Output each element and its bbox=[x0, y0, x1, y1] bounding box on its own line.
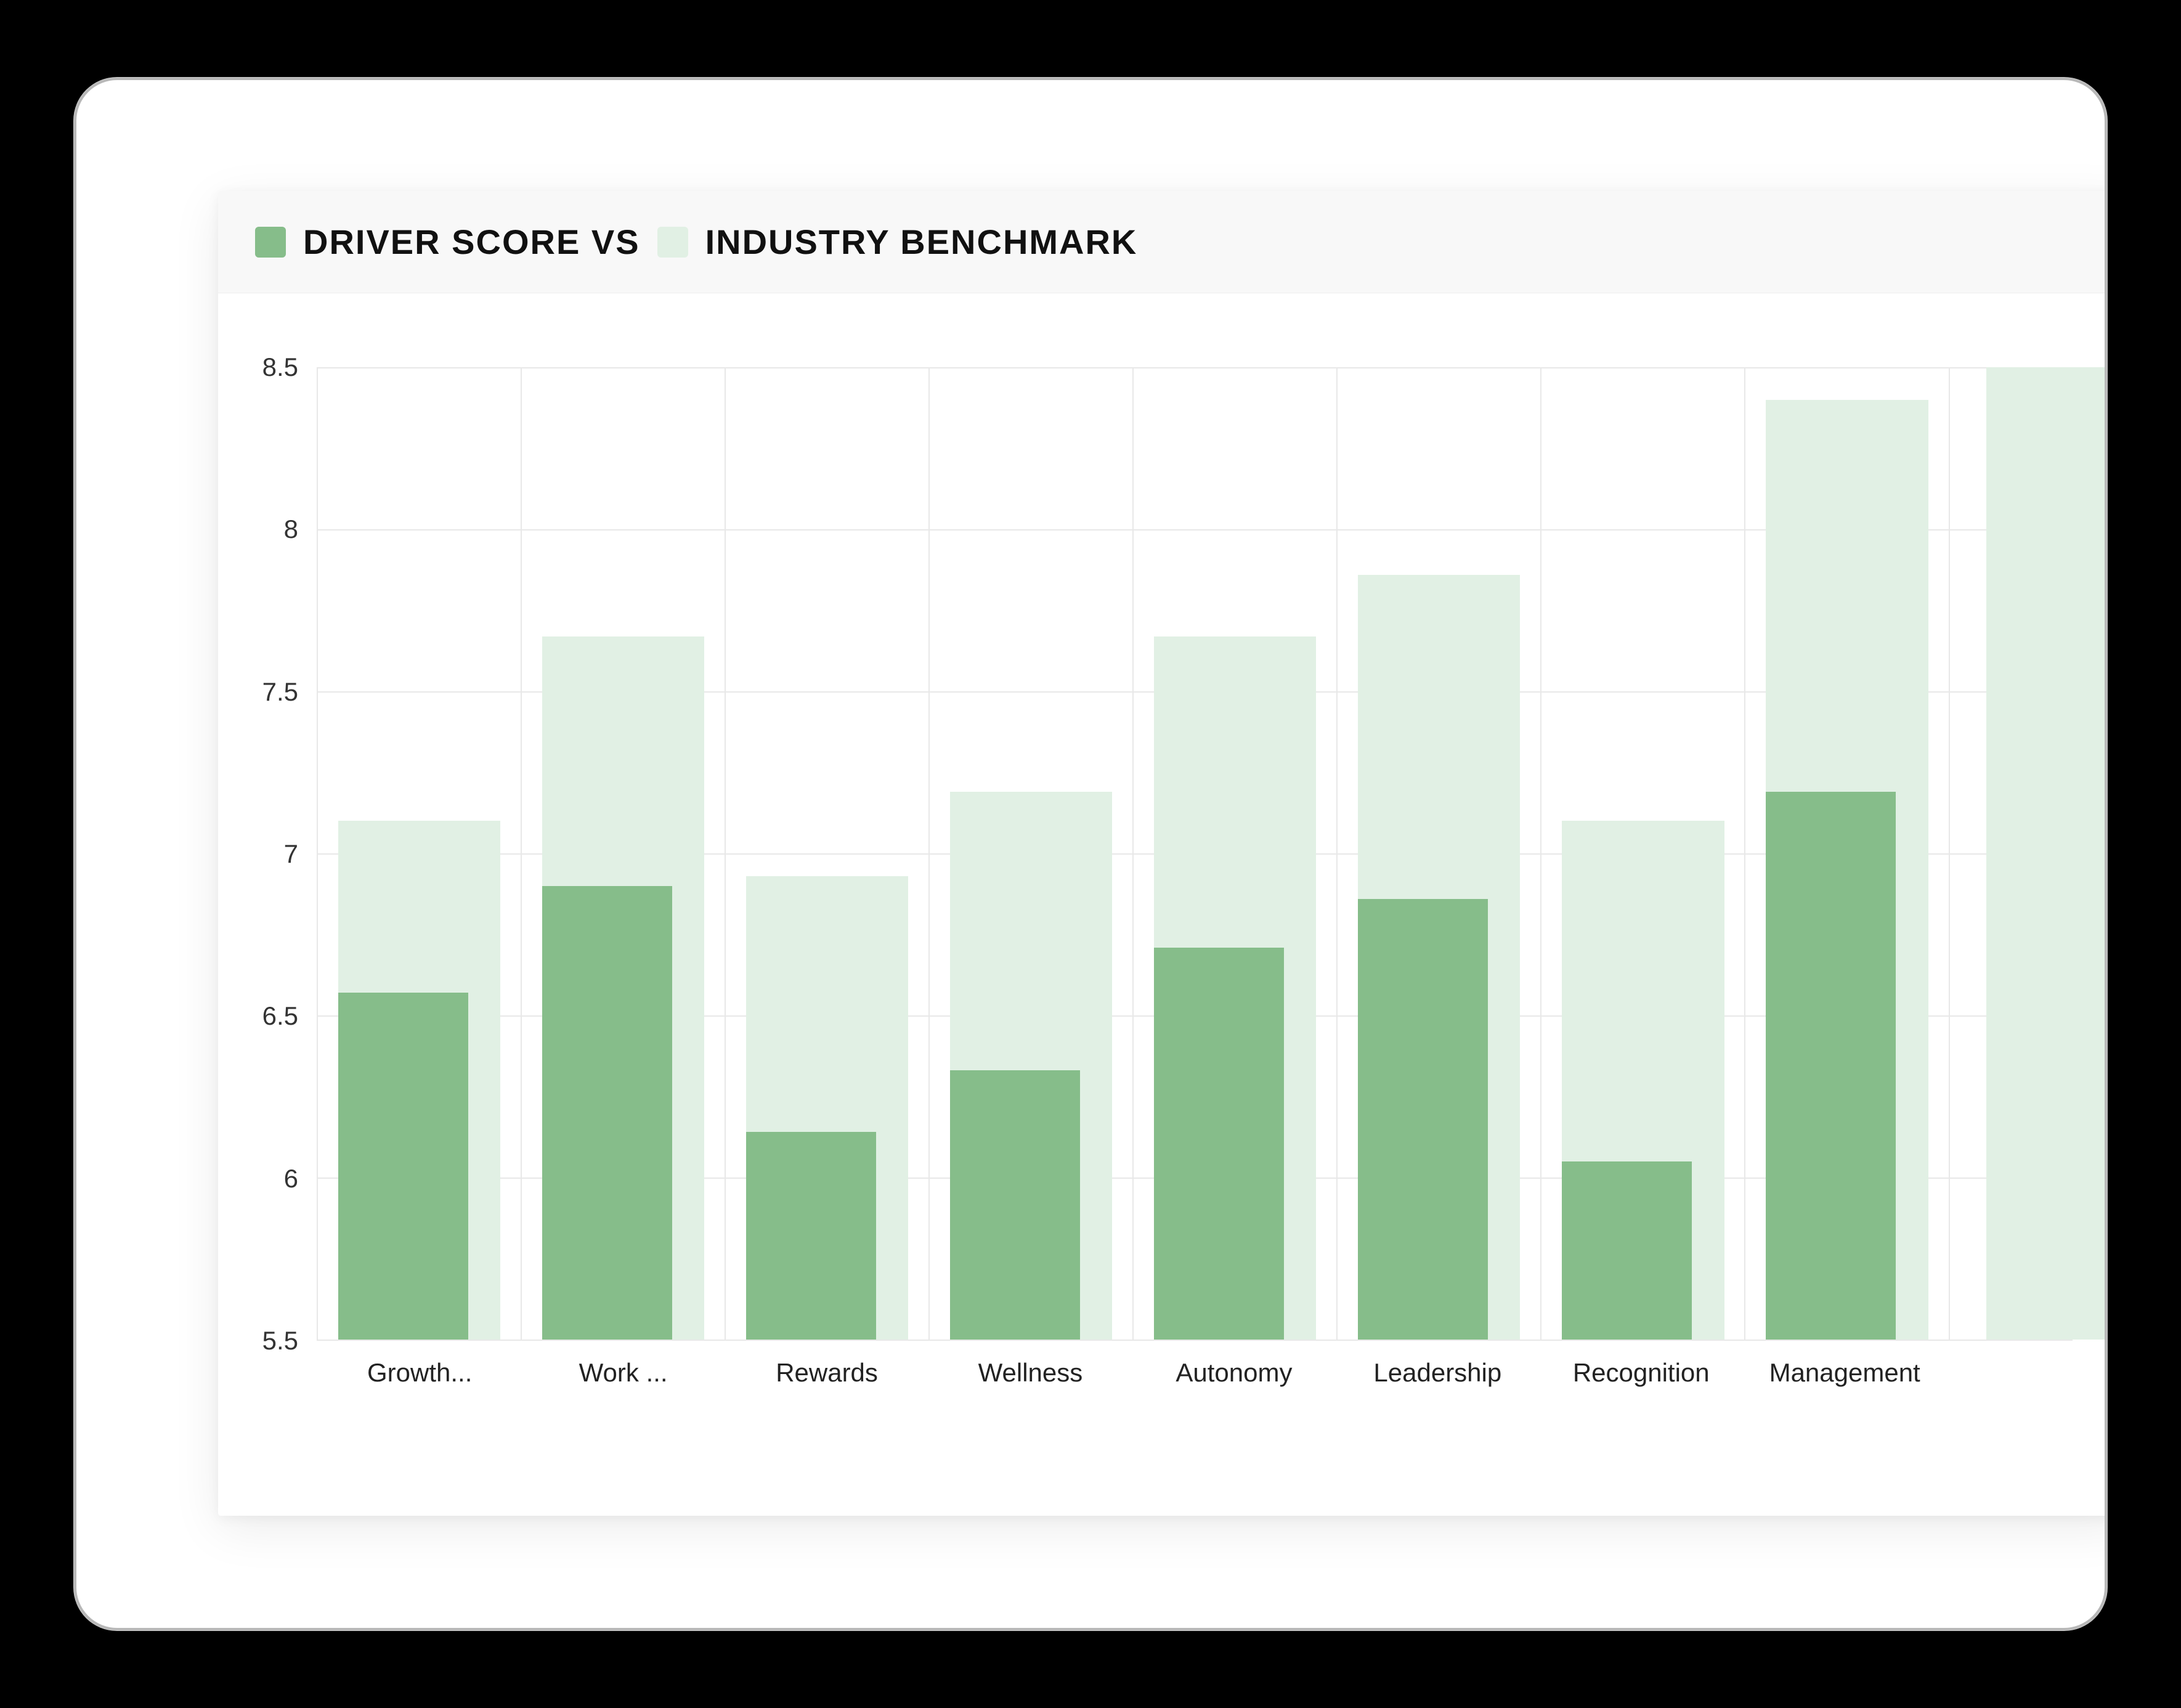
legend-swatch-industry-benchmark bbox=[657, 227, 688, 258]
window-frame: DRIVER SCORE VS INDUSTRY BENCHMARK 5.5 6 6… bbox=[74, 78, 2107, 1630]
bar-driver-score[interactable] bbox=[1154, 948, 1284, 1340]
bar-group bbox=[522, 367, 726, 1340]
bar-group bbox=[1134, 367, 1338, 1340]
x-tick-label: Rewards bbox=[725, 1358, 928, 1388]
bar-group bbox=[726, 367, 930, 1340]
bar-group bbox=[930, 367, 1134, 1340]
bar-group bbox=[1745, 367, 1949, 1340]
y-tick-label: 6.5 bbox=[262, 1001, 298, 1031]
bar-group bbox=[1541, 367, 1745, 1340]
y-tick-label: 7.5 bbox=[262, 677, 298, 707]
plot-inner: Growth...Work ...RewardsWellnessAutonomy… bbox=[317, 367, 2073, 1341]
bar-driver-score[interactable] bbox=[1358, 899, 1488, 1340]
y-tick-label: 5.5 bbox=[262, 1326, 298, 1356]
legend-label-industry-benchmark: INDUSTRY BENCHMARK bbox=[705, 222, 1138, 262]
chart-body: 5.5 6 6.5 7 7.5 8 8.5 Growth...Work ...Rewards… bbox=[218, 293, 2107, 1513]
bar-driver-score[interactable] bbox=[746, 1132, 876, 1340]
bar-driver-score[interactable] bbox=[338, 993, 468, 1340]
bar-driver-score[interactable] bbox=[1562, 1161, 1692, 1340]
bar-driver-score[interactable] bbox=[542, 886, 672, 1340]
legend-swatch-driver-score bbox=[255, 227, 286, 258]
gridline bbox=[318, 1340, 2073, 1341]
bar-driver-score[interactable] bbox=[1766, 792, 1896, 1340]
x-axis-labels: Growth...Work ...RewardsWellnessAutonomy… bbox=[318, 1358, 2073, 1388]
x-tick-label: Recognition bbox=[1540, 1358, 1743, 1388]
y-tick-label: 6 bbox=[284, 1164, 298, 1194]
y-tick-label: 8.5 bbox=[262, 352, 298, 382]
bar-group bbox=[1338, 367, 1541, 1340]
x-tick-label: Leadership bbox=[1336, 1358, 1539, 1388]
x-tick-label: Work ... bbox=[521, 1358, 725, 1388]
y-tick-label: 7 bbox=[284, 839, 298, 869]
x-tick-label: Management bbox=[1743, 1358, 1946, 1388]
chart-header-legend: DRIVER SCORE VS INDUSTRY BENCHMARK bbox=[218, 191, 2107, 293]
x-tick-label: Growth... bbox=[318, 1358, 521, 1388]
y-axis: 5.566.577.588.5 bbox=[237, 367, 311, 1341]
y-tick-label: 8 bbox=[284, 514, 298, 544]
legend-label-driver-score: DRIVER SCORE VS bbox=[303, 222, 640, 262]
bars-container bbox=[318, 367, 2073, 1340]
bar-industry-benchmark bbox=[1986, 367, 2107, 1340]
bar-group-clipped bbox=[1950, 367, 2073, 1340]
chart-card: DRIVER SCORE VS INDUSTRY BENCHMARK 5.5 6 6… bbox=[218, 191, 2107, 1516]
x-tick-label: Wellness bbox=[928, 1358, 1132, 1388]
plot-area: 5.566.577.588.5 Growth...Work ...Rewards… bbox=[317, 367, 2073, 1341]
bar-driver-score[interactable] bbox=[950, 1070, 1080, 1340]
bar-group bbox=[318, 367, 522, 1340]
x-tick-label: Autonomy bbox=[1132, 1358, 1336, 1388]
